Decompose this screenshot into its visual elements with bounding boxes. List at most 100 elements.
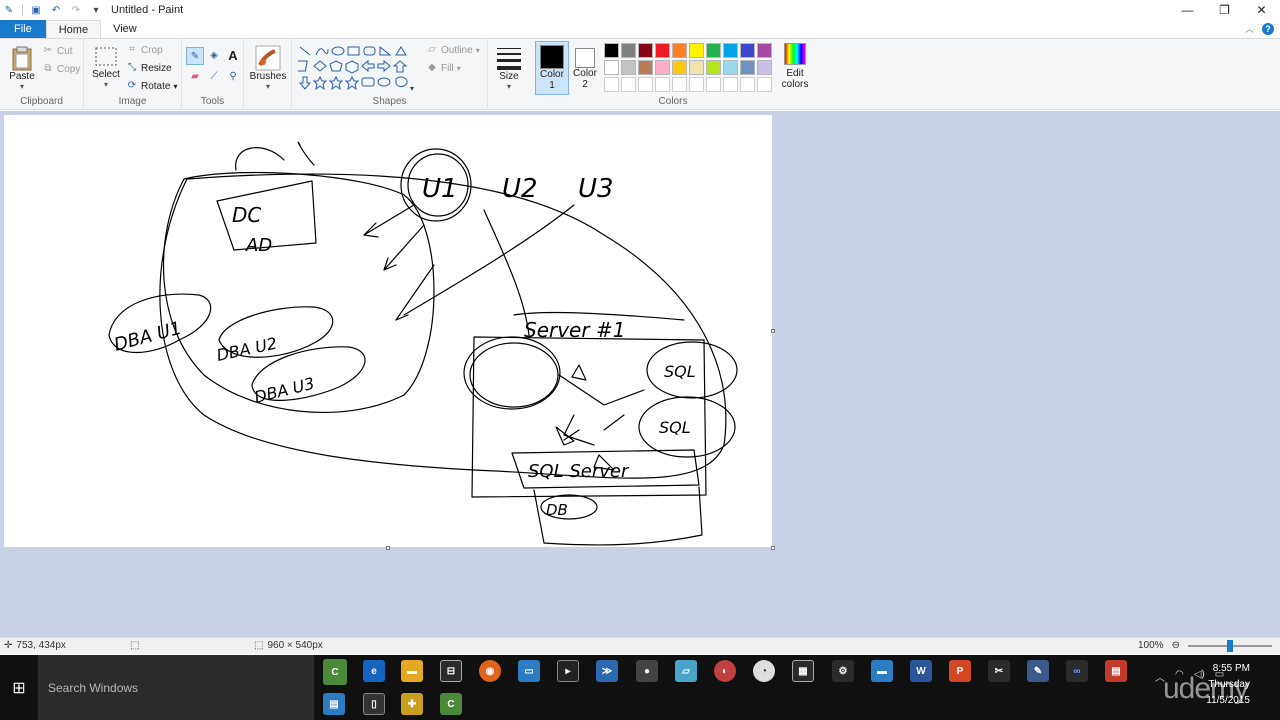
pencil-icon[interactable]: ✎ (186, 47, 204, 65)
windows-start-icon[interactable]: ⊞ (0, 655, 38, 720)
custom-color-slot[interactable] (757, 77, 772, 92)
color-swatch[interactable] (655, 43, 670, 58)
shapes-gallery[interactable]: ▾ (298, 45, 416, 93)
canvas-workarea[interactable]: DC AD U1 U2 U3 DBA U1 DBA U2 DBA U3 Serv… (0, 111, 1280, 637)
color-swatch[interactable] (723, 43, 738, 58)
fill-button[interactable]: ◆ Fill ▾ (426, 62, 461, 74)
restore-button[interactable]: ❐ (1206, 0, 1243, 20)
custom-color-slot[interactable] (672, 77, 687, 92)
save-icon[interactable]: ▣ (29, 3, 43, 17)
custom-color-slot[interactable] (723, 77, 738, 92)
custom-color-slot[interactable] (638, 77, 653, 92)
powershell-icon[interactable]: ≫ (596, 660, 618, 682)
size-button[interactable]: Size ▾ (494, 45, 524, 91)
help-icon[interactable]: ? (1262, 22, 1274, 35)
calculator-icon[interactable]: ▦ (792, 660, 814, 682)
pdf-icon[interactable]: ▤ (1105, 660, 1127, 682)
color-swatch[interactable] (706, 43, 721, 58)
document-icon[interactable]: ▤ (323, 693, 345, 715)
microphone-icon[interactable]: ● (636, 660, 658, 682)
zoom-out-icon[interactable]: ⊖ (1172, 640, 1180, 651)
minimize-ribbon-icon[interactable]: ︿ (1245, 22, 1254, 35)
color-swatch[interactable] (689, 60, 704, 75)
color-swatch[interactable] (638, 43, 653, 58)
clock[interactable]: 8:55 PM Thursday 11/5/2015 (1206, 661, 1250, 709)
settings-gear-icon[interactable]: ⚙ (832, 660, 854, 682)
search-box[interactable]: Search Windows (38, 655, 314, 720)
store-icon[interactable]: ⊟ (440, 660, 462, 682)
color-swatch[interactable] (723, 60, 738, 75)
drawing-canvas[interactable]: DC AD U1 U2 U3 DBA U1 DBA U2 DBA U3 Serv… (4, 115, 772, 547)
color-swatch[interactable] (655, 60, 670, 75)
color1-button[interactable]: Color 1 (535, 41, 569, 95)
zoom-slider-thumb[interactable] (1226, 639, 1233, 652)
infinity-app-icon[interactable]: ∞ (1066, 660, 1088, 682)
canvas-resize-handle-bottom[interactable] (386, 546, 390, 550)
color-swatch[interactable] (757, 60, 772, 75)
color-swatch[interactable] (621, 60, 636, 75)
zoom-slider[interactable] (1187, 639, 1272, 652)
eraser-icon[interactable]: ▰ (186, 68, 204, 86)
rotate-button[interactable]: ⟳ Rotate ▾ (126, 80, 178, 92)
custom-color-slot[interactable] (621, 77, 636, 92)
color2-button[interactable]: Color 2 (570, 41, 600, 95)
magnifier-icon[interactable]: ⚲ (224, 68, 242, 86)
color-swatch[interactable] (604, 43, 619, 58)
puzzle-icon[interactable]: ✚ (401, 693, 423, 715)
tray-chevron-icon[interactable]: ︿ (1155, 669, 1165, 684)
powerpoint-icon[interactable]: P (949, 660, 971, 682)
server-manager-icon[interactable]: ▬ (871, 660, 893, 682)
remote-desktop-icon[interactable]: ▭ (518, 660, 540, 682)
volume-icon[interactable]: ◁) (1194, 669, 1205, 684)
canvas-resize-handle-corner[interactable] (771, 546, 775, 550)
tab-home[interactable]: Home (45, 20, 102, 38)
color-swatch[interactable] (740, 43, 755, 58)
color-swatch[interactable] (740, 60, 755, 75)
notes-icon[interactable]: ▱ (675, 660, 697, 682)
undo-icon[interactable]: ↶ (49, 3, 63, 17)
custom-color-slot[interactable] (655, 77, 670, 92)
file-explorer-icon[interactable]: ▬ (401, 660, 423, 682)
brushes-button[interactable]: Brushes ▾ (250, 45, 286, 91)
customize-qat-icon[interactable]: ▾ (89, 3, 103, 17)
tab-view[interactable]: View (101, 20, 149, 38)
paint-app-icon[interactable]: ✎ (2, 3, 16, 17)
cut-button[interactable]: ✂ Cut (42, 45, 73, 57)
color-swatch[interactable] (689, 43, 704, 58)
color-swatch[interactable] (757, 43, 772, 58)
outline-button[interactable]: ▱ Outline ▾ (426, 44, 480, 56)
canvas-resize-handle-right[interactable] (771, 329, 775, 333)
custom-color-slot[interactable] (706, 77, 721, 92)
paste-button[interactable]: Paste ▾ (8, 45, 36, 91)
color-swatch[interactable] (706, 60, 721, 75)
custom-color-slot[interactable] (689, 77, 704, 92)
select-button[interactable]: Select ▾ (92, 45, 120, 89)
fill-bucket-icon[interactable]: ◈ (205, 47, 223, 65)
network-icon[interactable]: ◠ (1175, 669, 1184, 684)
redo-icon[interactable]: ↷ (69, 3, 83, 17)
command-prompt-icon[interactable]: ▸ (557, 660, 579, 682)
word-icon[interactable]: W (910, 660, 932, 682)
clock-app-icon[interactable]: ◔ (753, 660, 775, 682)
custom-color-slot[interactable] (740, 77, 755, 92)
firefox-icon[interactable]: ◉ (479, 660, 501, 682)
color-swatch[interactable] (604, 60, 619, 75)
text-tool-icon[interactable]: A (224, 47, 242, 65)
camtasia-icon[interactable]: C (323, 659, 347, 685)
color-swatch[interactable] (638, 60, 653, 75)
freehand-drawing[interactable]: DC AD U1 U2 U3 DBA U1 DBA U2 DBA U3 Serv… (4, 115, 772, 547)
tab-file[interactable]: File (0, 20, 46, 38)
copy-button[interactable]: ⧉ Copy (42, 63, 80, 75)
color-picker-icon[interactable]: ⟋ (205, 68, 223, 86)
tool-icon[interactable]: ◐ (714, 660, 736, 682)
custom-color-slot[interactable] (604, 77, 619, 92)
edit-colors-button[interactable]: Edit colors (778, 43, 812, 90)
color-swatch[interactable] (672, 43, 687, 58)
crop-button[interactable]: ⌗ Crop (126, 44, 163, 56)
file-icon[interactable]: ▯ (363, 693, 385, 715)
color-swatch[interactable] (621, 43, 636, 58)
minimize-button[interactable]: — (1169, 0, 1206, 20)
edge-browser-icon[interactable]: e (363, 660, 385, 682)
resize-button[interactable]: ⤡ Resize (126, 62, 172, 74)
snipping-tool-icon[interactable]: ✂ (988, 660, 1010, 682)
